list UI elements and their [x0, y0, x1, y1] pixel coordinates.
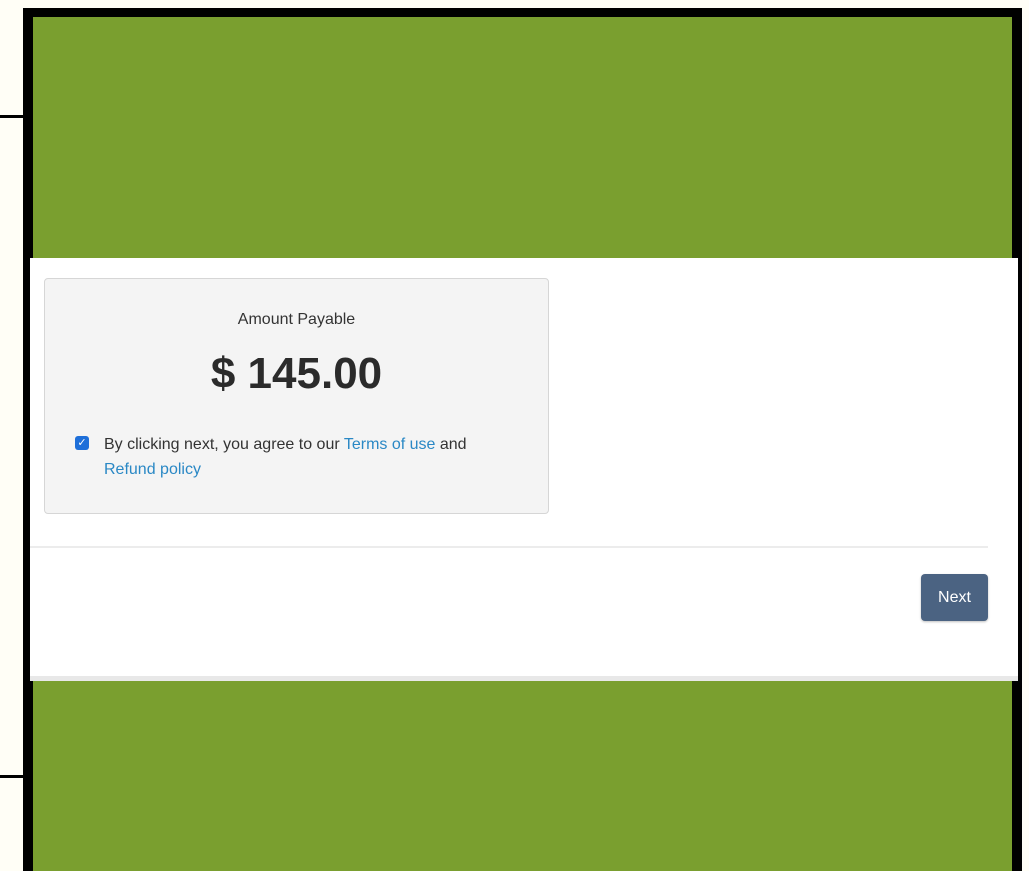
left-marker-line-bottom	[0, 775, 28, 778]
agreement-prefix: By clicking next, you agree to our	[104, 436, 344, 453]
agreement-text: By clicking next, you agree to our Terms…	[104, 432, 515, 482]
amount-payable-label: Amount Payable	[237, 311, 356, 328]
panel-bottom-shadow	[30, 676, 1018, 681]
terms-agreement: ✓ By clicking next, you agree to our Ter…	[75, 432, 515, 482]
payment-panel: Amount Payable $ 145.00 ✓ By clicking ne…	[30, 258, 1018, 678]
amount-card: Amount Payable $ 145.00 ✓ By clicking ne…	[44, 278, 549, 514]
refund-policy-link[interactable]: Refund policy	[104, 461, 201, 478]
checkmark-icon: ✓	[77, 437, 87, 449]
divider	[30, 546, 988, 548]
next-button[interactable]: Next	[921, 574, 988, 621]
agree-checkbox[interactable]: ✓	[75, 436, 89, 450]
left-marker-line-top	[0, 115, 28, 118]
terms-of-use-link[interactable]: Terms of use	[344, 436, 436, 453]
amount-value: $ 145.00	[210, 349, 383, 398]
agreement-middle: and	[435, 436, 467, 453]
